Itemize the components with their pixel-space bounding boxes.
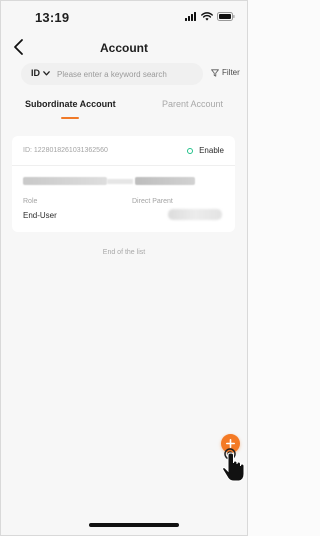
page-title: Account (100, 41, 148, 55)
redacted-block (135, 177, 195, 185)
search-input[interactable] (57, 67, 197, 81)
filter-button[interactable]: Filter (211, 68, 240, 77)
account-tabs: Subordinate Account Parent Account (1, 99, 247, 121)
status-time: 13:19 (35, 10, 70, 25)
filter-icon (211, 68, 219, 77)
status-badge: Enable (187, 146, 224, 155)
account-card[interactable]: ID: 1228018261031362560 Enable Role Dire… (12, 136, 235, 232)
status-dot-icon (187, 147, 194, 154)
search-bar: ID (21, 63, 203, 85)
search-type-dropdown[interactable]: ID (31, 68, 50, 78)
chevron-down-icon (43, 70, 50, 75)
status-bar: 13:19 (1, 1, 247, 35)
hand-cursor-icon (221, 448, 245, 482)
tab-parent-account[interactable]: Parent Account (162, 99, 223, 109)
home-indicator (89, 523, 179, 527)
nav-bar: Account (1, 35, 247, 61)
account-id: ID: 1228018261031362560 (23, 147, 108, 154)
wifi-icon (201, 12, 213, 21)
direct-parent-value-redacted (168, 209, 222, 220)
status-label: Enable (199, 146, 224, 155)
list-end-text: End of the list (102, 249, 146, 256)
redacted-block (107, 179, 133, 184)
active-tab-indicator (61, 117, 79, 119)
card-divider (12, 165, 235, 166)
account-name-redacted (23, 177, 195, 186)
search-type-label: ID (31, 68, 40, 78)
status-icons (185, 12, 235, 21)
signal-icon (185, 12, 196, 21)
role-value: End-User (23, 211, 57, 220)
redacted-block (23, 177, 107, 185)
phone-screen: 13:19 Account ID Please enter a keyword … (0, 0, 248, 536)
direct-parent-label: Direct Parent (132, 198, 173, 205)
tab-subordinate-account[interactable]: Subordinate Account (25, 99, 116, 109)
battery-icon (217, 12, 235, 21)
role-label: Role (23, 198, 38, 205)
filter-label: Filter (222, 68, 240, 77)
